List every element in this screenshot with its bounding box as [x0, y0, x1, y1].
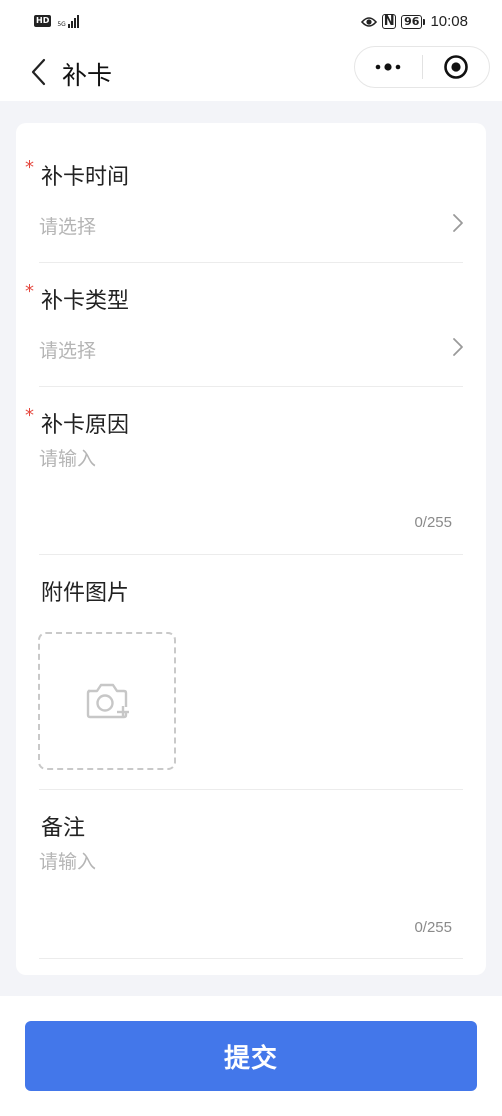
reason-char-counter: 0/255	[414, 514, 452, 531]
reason-label: 补卡原因	[41, 413, 130, 438]
close-miniprogram-button[interactable]	[423, 47, 490, 87]
form-card: * 补卡时间 请选择 * 补卡类型 请选择 * 补卡原因 请输入 0/255 附…	[16, 123, 486, 975]
reason-input[interactable]: 请输入	[39, 444, 96, 471]
signal-icon: 5G	[57, 14, 79, 28]
remark-label: 备注	[41, 816, 86, 841]
status-left: HD 5G	[34, 14, 79, 28]
page-title: 补卡	[62, 61, 113, 90]
remark-field: 备注 请输入 0/255	[16, 790, 486, 960]
battery-level: 96	[401, 14, 423, 29]
time-select[interactable]: 请选择	[39, 212, 96, 239]
status-right: N 96 10:08	[361, 13, 468, 30]
remark-input[interactable]: 请输入	[39, 847, 96, 874]
image-upload-button[interactable]	[38, 632, 176, 770]
hd-badge: HD	[34, 15, 52, 27]
required-mark: *	[25, 157, 34, 178]
time-field[interactable]: * 补卡时间 请选择	[16, 123, 486, 263]
eye-icon	[361, 16, 378, 27]
close-miniprogram-icon	[443, 55, 468, 79]
required-mark: *	[25, 281, 34, 302]
required-mark: *	[25, 405, 34, 426]
more-button[interactable]	[355, 47, 422, 87]
attachment-label: 附件图片	[41, 581, 130, 606]
time-label: 补卡时间	[41, 165, 130, 190]
battery-icon: 96	[401, 14, 426, 29]
chevron-right-icon	[453, 214, 463, 232]
signal-label: 5G	[57, 21, 66, 28]
remark-char-counter: 0/255	[414, 919, 452, 936]
type-select[interactable]: 请选择	[39, 336, 96, 363]
back-arrow-icon[interactable]	[28, 57, 50, 87]
camera-add-icon	[86, 683, 129, 719]
miniprogram-capsule	[354, 46, 490, 88]
type-label: 补卡类型	[41, 289, 130, 314]
reason-field: * 补卡原因 请输入 0/255	[16, 387, 486, 555]
bottom-bar: 提交	[0, 996, 502, 1116]
type-field[interactable]: * 补卡类型 请选择	[16, 263, 486, 387]
nav-bar: 补卡	[0, 46, 502, 101]
more-dots-icon	[375, 63, 401, 71]
nfc-icon: N	[382, 14, 397, 29]
submit-button[interactable]: 提交	[25, 1021, 477, 1091]
chevron-right-icon	[453, 338, 463, 356]
status-bar: HD 5G N 96 10:08	[0, 0, 502, 46]
divider	[39, 958, 463, 959]
clock: 10:08	[430, 13, 468, 30]
